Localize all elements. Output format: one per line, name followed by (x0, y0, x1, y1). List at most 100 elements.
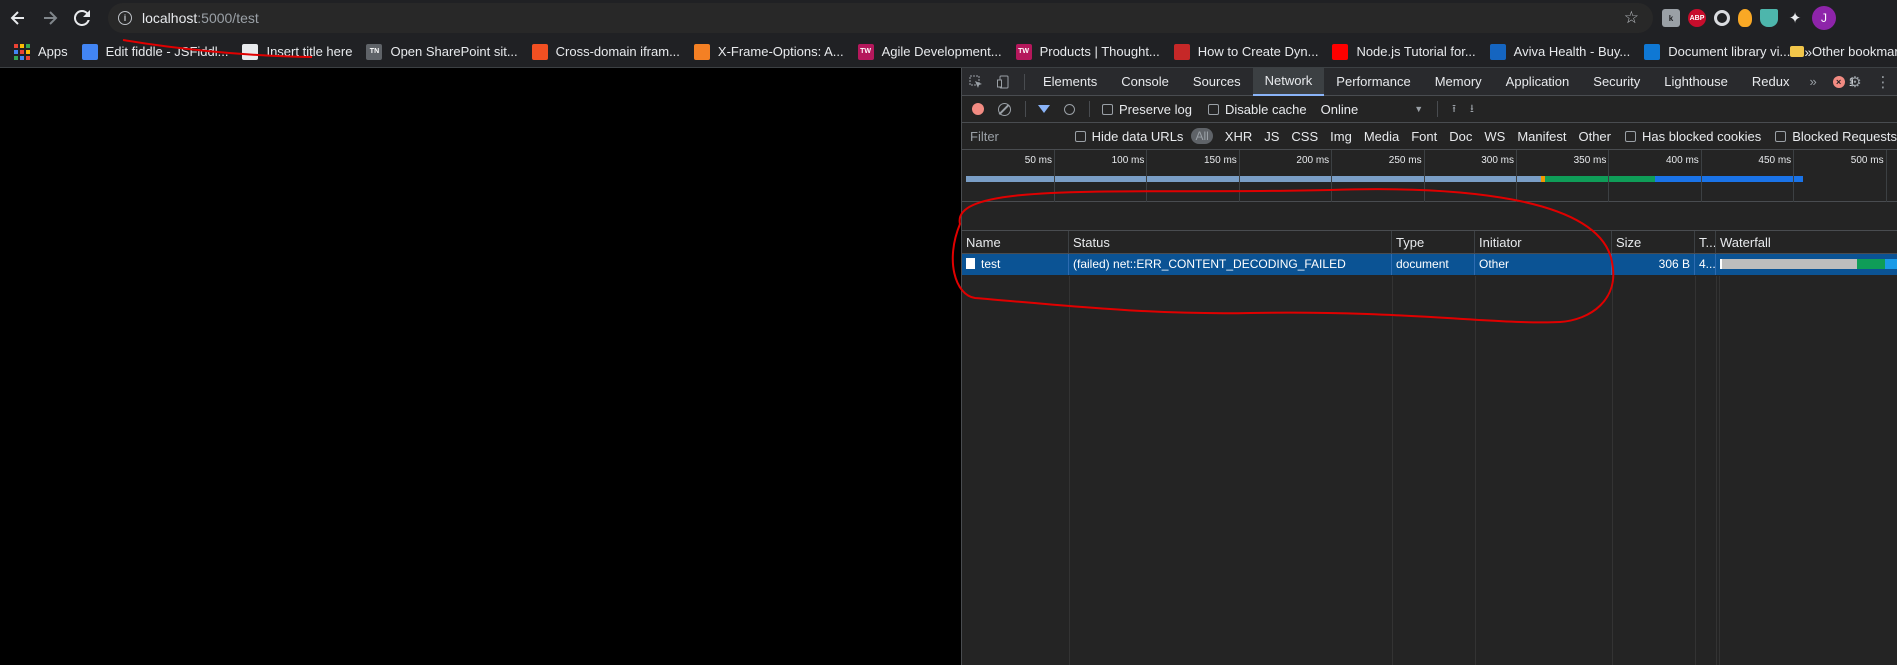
filter-input[interactable]: Filter (970, 129, 1075, 144)
tab-lighthouse[interactable]: Lighthouse (1652, 68, 1740, 96)
import-har-icon[interactable]: ⭱ (1452, 100, 1456, 119)
bookmark-item[interactable]: TW Products | Thought... (1015, 43, 1160, 60)
bulb-extension-icon[interactable] (1738, 9, 1752, 27)
disable-cache-checkbox[interactable]: Disable cache (1207, 102, 1307, 117)
column-header-waterfall[interactable]: Waterfall (1716, 231, 1897, 253)
blocked-requests-checkbox[interactable]: Blocked Requests (1775, 129, 1897, 144)
throttling-select[interactable]: Online ▼ (1321, 102, 1424, 117)
devtools-controls: ⚙ ⋮ (1841, 68, 1897, 96)
bookmark-item[interactable]: Document library vi... (1644, 43, 1790, 60)
column-header-time[interactable]: T... (1695, 231, 1716, 253)
extensions-puzzle-icon[interactable]: ✦ (1786, 9, 1804, 27)
bookmark-item[interactable]: Apps (14, 43, 68, 60)
profile-avatar[interactable]: J (1812, 6, 1836, 30)
column-header-initiator[interactable]: Initiator (1475, 231, 1612, 253)
bookmark-item[interactable]: Edit fiddle - JSFiddl... (81, 43, 228, 60)
inspect-element-icon[interactable] (962, 68, 990, 96)
tw-icon: TW (857, 43, 874, 60)
timeline-ruler: 50 ms 100 ms 150 ms 200 ms 250 ms 300 ms 350 m… (962, 150, 1897, 170)
type-filter-xhr[interactable]: XHR (1225, 129, 1252, 144)
timeline-tick-label: 100 ms (1111, 155, 1145, 166)
timeline-tick-label: 150 ms (1204, 155, 1237, 166)
row-time-cell: 4... (1695, 254, 1716, 275)
tab-console[interactable]: Console (1109, 68, 1181, 96)
youtube-icon (1332, 43, 1349, 60)
toolbar-divider (1089, 101, 1090, 117)
more-tabs-icon[interactable]: » (1801, 74, 1824, 89)
record-button[interactable] (972, 103, 984, 115)
overview-bar-waiting (966, 176, 1541, 182)
column-header-type[interactable]: Type (1392, 231, 1475, 253)
column-header-status[interactable]: Status (1069, 231, 1392, 253)
tab-network[interactable]: Network (1252, 67, 1325, 96)
bookmark-label: Agile Development... (881, 44, 1002, 59)
tab-memory[interactable]: Memory (1423, 68, 1494, 96)
column-header-size[interactable]: Size (1612, 231, 1695, 253)
type-filter-ws[interactable]: WS (1484, 129, 1505, 144)
site-info-icon[interactable]: i (118, 11, 132, 25)
chevron-down-icon: ▼ (1414, 104, 1424, 114)
type-filter-css[interactable]: CSS (1291, 129, 1318, 144)
type-filter-other[interactable]: Other (1578, 129, 1611, 144)
adblock-plus-icon[interactable]: ABP (1688, 9, 1706, 27)
tab-application[interactable]: Application (1494, 68, 1582, 96)
aviva-icon (1489, 43, 1506, 60)
extension-icon[interactable]: k (1662, 9, 1680, 27)
browser-toolbar: i localhost:5000/test ☆ k ABP ✦ J (0, 0, 1897, 36)
requests-table: Name Status Type Initiator Size T... Wat… (962, 230, 1897, 665)
hide-data-urls-checkbox[interactable]: Hide data URLs (1074, 129, 1183, 144)
other-bookmarks-folder[interactable]: Other bookmarks (1790, 44, 1897, 59)
tab-redux[interactable]: Redux (1740, 68, 1802, 96)
kebab-menu-icon[interactable]: ⋮ (1869, 73, 1897, 91)
column-header-name[interactable]: Name (962, 231, 1069, 253)
reload-button[interactable] (68, 4, 96, 32)
tab-elements[interactable]: Elements (1031, 68, 1109, 96)
device-toolbar-icon[interactable] (990, 68, 1018, 96)
tab-security[interactable]: Security (1581, 68, 1652, 96)
address-bar[interactable]: i localhost:5000/test ☆ (108, 3, 1653, 33)
timeline-grid-line (1331, 150, 1333, 202)
forward-button[interactable] (36, 4, 64, 32)
type-filter-img[interactable]: Img (1330, 129, 1352, 144)
type-filter-all[interactable]: All (1191, 128, 1213, 144)
type-filter-font[interactable]: Font (1411, 129, 1437, 144)
filter-funnel-icon[interactable] (1038, 105, 1050, 113)
preserve-log-checkbox[interactable]: Preserve log (1102, 102, 1192, 117)
bookmark-item[interactable]: X-Frame-Options: A... (693, 43, 844, 60)
search-icon[interactable] (1064, 103, 1075, 115)
tab-sources[interactable]: Sources (1181, 68, 1253, 96)
timeline-grid-line (1700, 150, 1702, 202)
clear-button[interactable] (998, 102, 1011, 116)
bookmark-item[interactable]: TN Open SharePoint sit... (366, 43, 518, 60)
row-initiator-cell: Other (1475, 254, 1612, 275)
bookmark-item[interactable]: TW Agile Development... (857, 43, 1002, 60)
type-filter-doc[interactable]: Doc (1449, 129, 1472, 144)
type-filter-js[interactable]: JS (1264, 129, 1279, 144)
type-filter-media[interactable]: Media (1364, 129, 1399, 144)
table-row[interactable]: test (failed) net::ERR_CONTENT_DECODING_… (962, 254, 1897, 275)
back-button[interactable] (4, 4, 32, 32)
settings-gear-icon[interactable]: ⚙ (1841, 73, 1869, 91)
row-status-cell: (failed) net::ERR_CONTENT_DECODING_FAILE… (1069, 254, 1392, 275)
waterfall-bar-download (1885, 259, 1897, 269)
row-type-cell: document (1392, 254, 1475, 275)
target-extension-icon[interactable] (1714, 10, 1730, 26)
folder-icon (1790, 46, 1804, 57)
bookmark-item[interactable]: How to Create Dyn... (1173, 43, 1318, 60)
bookmark-item[interactable]: Aviva Health - Buy... (1489, 43, 1630, 60)
tn-icon: TN (366, 43, 383, 60)
bookmark-item[interactable]: Node.js Tutorial for... (1332, 43, 1476, 60)
has-blocked-cookies-checkbox[interactable]: Has blocked cookies (1624, 129, 1761, 144)
bookmark-item[interactable]: Insert title here (242, 43, 352, 60)
cup-extension-icon[interactable] (1760, 9, 1778, 27)
row-waterfall-cell (1716, 254, 1897, 275)
bookmark-item[interactable]: Cross-domain ifram... (531, 43, 680, 60)
tab-performance[interactable]: Performance (1324, 68, 1422, 96)
tw-icon: TW (1015, 43, 1032, 60)
export-har-icon[interactable]: ⭳ (1470, 100, 1474, 119)
timeline-tick-label: 250 ms (1388, 155, 1422, 166)
timeline-grid-line (1054, 150, 1055, 202)
type-filter-manifest[interactable]: Manifest (1517, 129, 1566, 144)
bookmark-star-icon[interactable]: ☆ (1624, 8, 1639, 28)
timeline-overview[interactable]: 50 ms 100 ms 150 ms 200 ms 250 ms 300 ms 350 m… (962, 150, 1897, 202)
